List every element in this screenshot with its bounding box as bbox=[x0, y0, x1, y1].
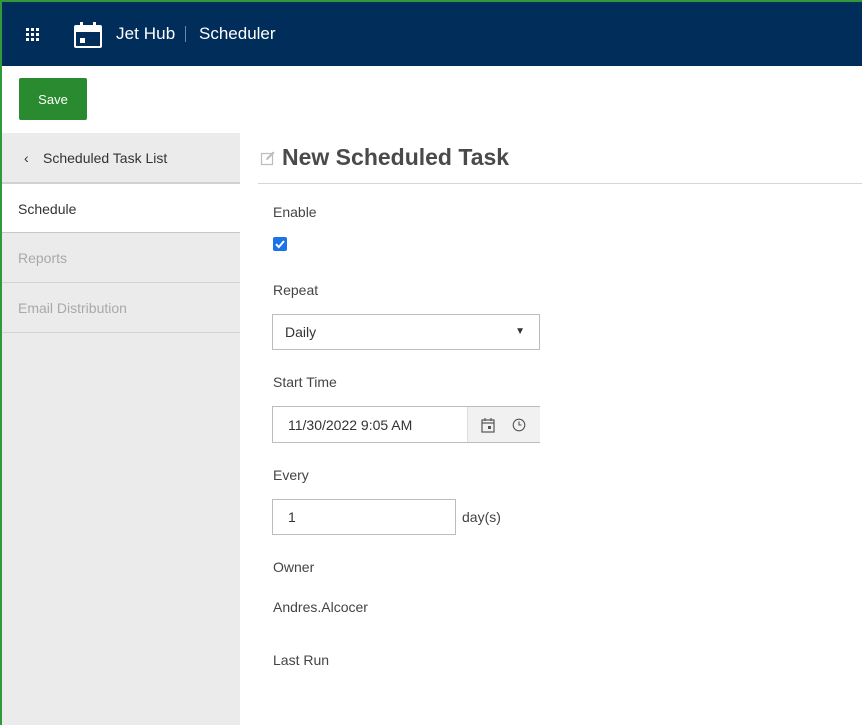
apps-grid-icon[interactable] bbox=[26, 28, 39, 41]
start-time-picker bbox=[272, 406, 540, 443]
last-run-label: Last Run bbox=[273, 652, 330, 668]
top-header-bar: Jet Hub Scheduler bbox=[2, 2, 862, 66]
every-unit: day(s) bbox=[462, 509, 501, 525]
every-label: Every bbox=[273, 467, 309, 483]
caret-down-icon: ▼ bbox=[515, 326, 525, 337]
app-name[interactable]: Jet Hub bbox=[116, 24, 175, 44]
header-divider bbox=[185, 26, 186, 42]
module-name: Scheduler bbox=[199, 24, 276, 43]
app-window: Jet Hub Scheduler Save ‹ Scheduled Task … bbox=[0, 0, 862, 725]
repeat-select[interactable]: Daily ▼ bbox=[272, 314, 540, 350]
start-time-input[interactable] bbox=[273, 407, 467, 442]
sidebar-item-label: Reports bbox=[18, 250, 68, 266]
chevron-left-icon: ‹ bbox=[24, 150, 29, 166]
checkmark-icon bbox=[275, 240, 285, 249]
enable-checkbox[interactable] bbox=[273, 237, 287, 251]
edit-icon bbox=[260, 151, 275, 166]
sidebar-item-label: Email Distribution bbox=[18, 300, 127, 316]
calendar-icon bbox=[74, 22, 102, 48]
save-button[interactable]: Save bbox=[19, 78, 87, 120]
every-input[interactable] bbox=[272, 499, 456, 535]
repeat-label: Repeat bbox=[273, 282, 319, 298]
calendar-icon[interactable] bbox=[480, 417, 496, 433]
sidebar-item-schedule[interactable]: Schedule bbox=[2, 183, 240, 233]
clock-icon[interactable] bbox=[512, 418, 526, 432]
enable-label: Enable bbox=[273, 204, 317, 220]
page-title: New Scheduled Task bbox=[282, 144, 510, 170]
sidebar-item-scheduled-task-list[interactable]: ‹ Scheduled Task List bbox=[2, 133, 240, 183]
owner-value: Andres.Alcocer bbox=[273, 599, 368, 615]
picker-buttons bbox=[467, 407, 540, 442]
start-time-label: Start Time bbox=[273, 374, 337, 390]
sidebar-item-reports[interactable]: Reports bbox=[2, 233, 240, 283]
sidebar-item-label: Scheduled Task List bbox=[43, 150, 168, 166]
sidebar-item-label: Schedule bbox=[18, 201, 77, 217]
owner-label: Owner bbox=[273, 559, 315, 575]
toolbar bbox=[2, 66, 862, 133]
repeat-selected-value: Daily bbox=[285, 324, 317, 340]
sidebar-item-email-distribution[interactable]: Email Distribution bbox=[2, 283, 240, 333]
